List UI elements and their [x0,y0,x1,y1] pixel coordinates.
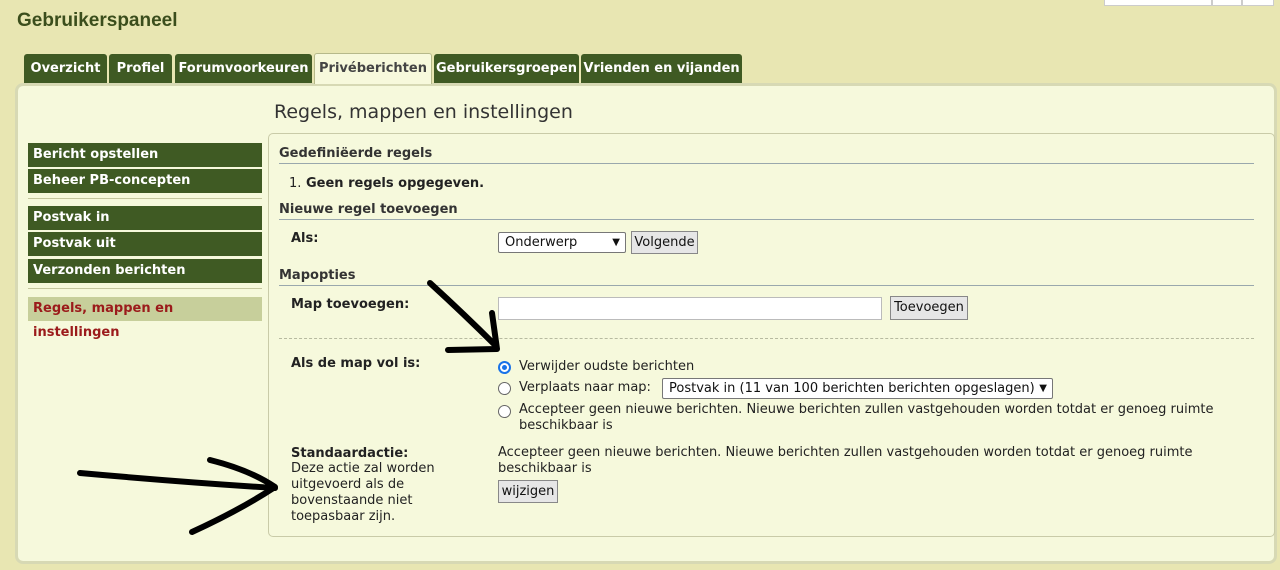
chevron-down-icon: ▼ [612,237,620,248]
folder-full-label: Als de map vol is: [291,356,421,371]
move-folder-value: Postvak in (11 van 100 berichten bericht… [669,381,1035,396]
tab-priveberichten[interactable]: Privéberichten [314,53,432,84]
tab-vrienden-en-vijanden[interactable]: Vrienden en vijanden [581,54,742,83]
section-title: Regels, mappen en instellingen [274,101,573,123]
sidebar-item-verzonden-berichten[interactable]: Verzonden berichten [28,259,262,283]
default-action-value: Accepteer geen nieuwe berichten. Nieuwe … [498,445,1193,476]
change-default-button[interactable]: wijzigen [498,480,558,503]
folder-options-heading: Mapopties [279,268,1254,286]
section-divider [279,338,1254,339]
advanced-search-button[interactable] [1242,0,1274,6]
search-button[interactable] [1212,0,1242,6]
move-folder-select[interactable]: Postvak in (11 van 100 berichten bericht… [662,378,1053,399]
rules-heading: Gedefiniëerde regels [279,146,1254,164]
radio-delete-oldest[interactable] [498,361,511,374]
sidebar-divider [28,288,262,289]
default-action-label: Standaardactie: [291,446,409,461]
add-folder-input[interactable] [498,297,882,320]
chevron-down-icon: ▼ [1039,383,1047,394]
rules-list-number: 1. [289,176,302,191]
sidebar-item-regels-mappen[interactable]: Regels, mappen en instellingen [28,297,262,340]
rule-condition-select[interactable]: Onderwerp ▼ [498,232,626,253]
rules-empty-message: Geen regels opgegeven. [306,176,485,191]
search-box[interactable] [1104,0,1212,6]
default-action-description: Deze actie zal worden uitgevoerd als de … [291,461,435,524]
radio-reject-new-label: Accepteer geen nieuwe berichten. Nieuwe … [519,402,1214,433]
tab-overzicht[interactable]: Overzicht [24,54,107,83]
radio-move-to-folder-label: Verplaats naar map: [519,380,651,395]
tab-gebruikersgroepen[interactable]: Gebruikersgroepen [434,54,579,83]
radio-move-to-folder[interactable] [498,382,511,395]
rule-condition-value: Onderwerp [505,235,578,250]
sidebar-item-postvak-in[interactable]: Postvak in [28,206,262,230]
sidebar-item-bericht-opstellen[interactable]: Bericht opstellen [28,143,262,167]
sidebar-divider [28,198,262,199]
add-folder-button[interactable]: Toevoegen [890,296,968,320]
radio-reject-new[interactable] [498,405,511,418]
sidebar-item-postvak-uit[interactable]: Postvak uit [28,232,262,256]
radio-delete-oldest-label: Verwijder oudste berichten [519,359,695,374]
tab-forumvoorkeuren[interactable]: Forumvoorkeuren [175,54,312,83]
page-title: Gebruikerspaneel [17,10,178,31]
sidebar-item-beheer-pb-concepten[interactable]: Beheer PB-concepten [28,169,262,193]
new-rule-heading: Nieuwe regel toevoegen [279,202,1254,220]
tab-profiel[interactable]: Profiel [109,54,172,83]
rule-condition-label: Als: [291,231,319,246]
next-button[interactable]: Volgende [631,231,698,254]
add-folder-label: Map toevoegen: [291,297,410,312]
